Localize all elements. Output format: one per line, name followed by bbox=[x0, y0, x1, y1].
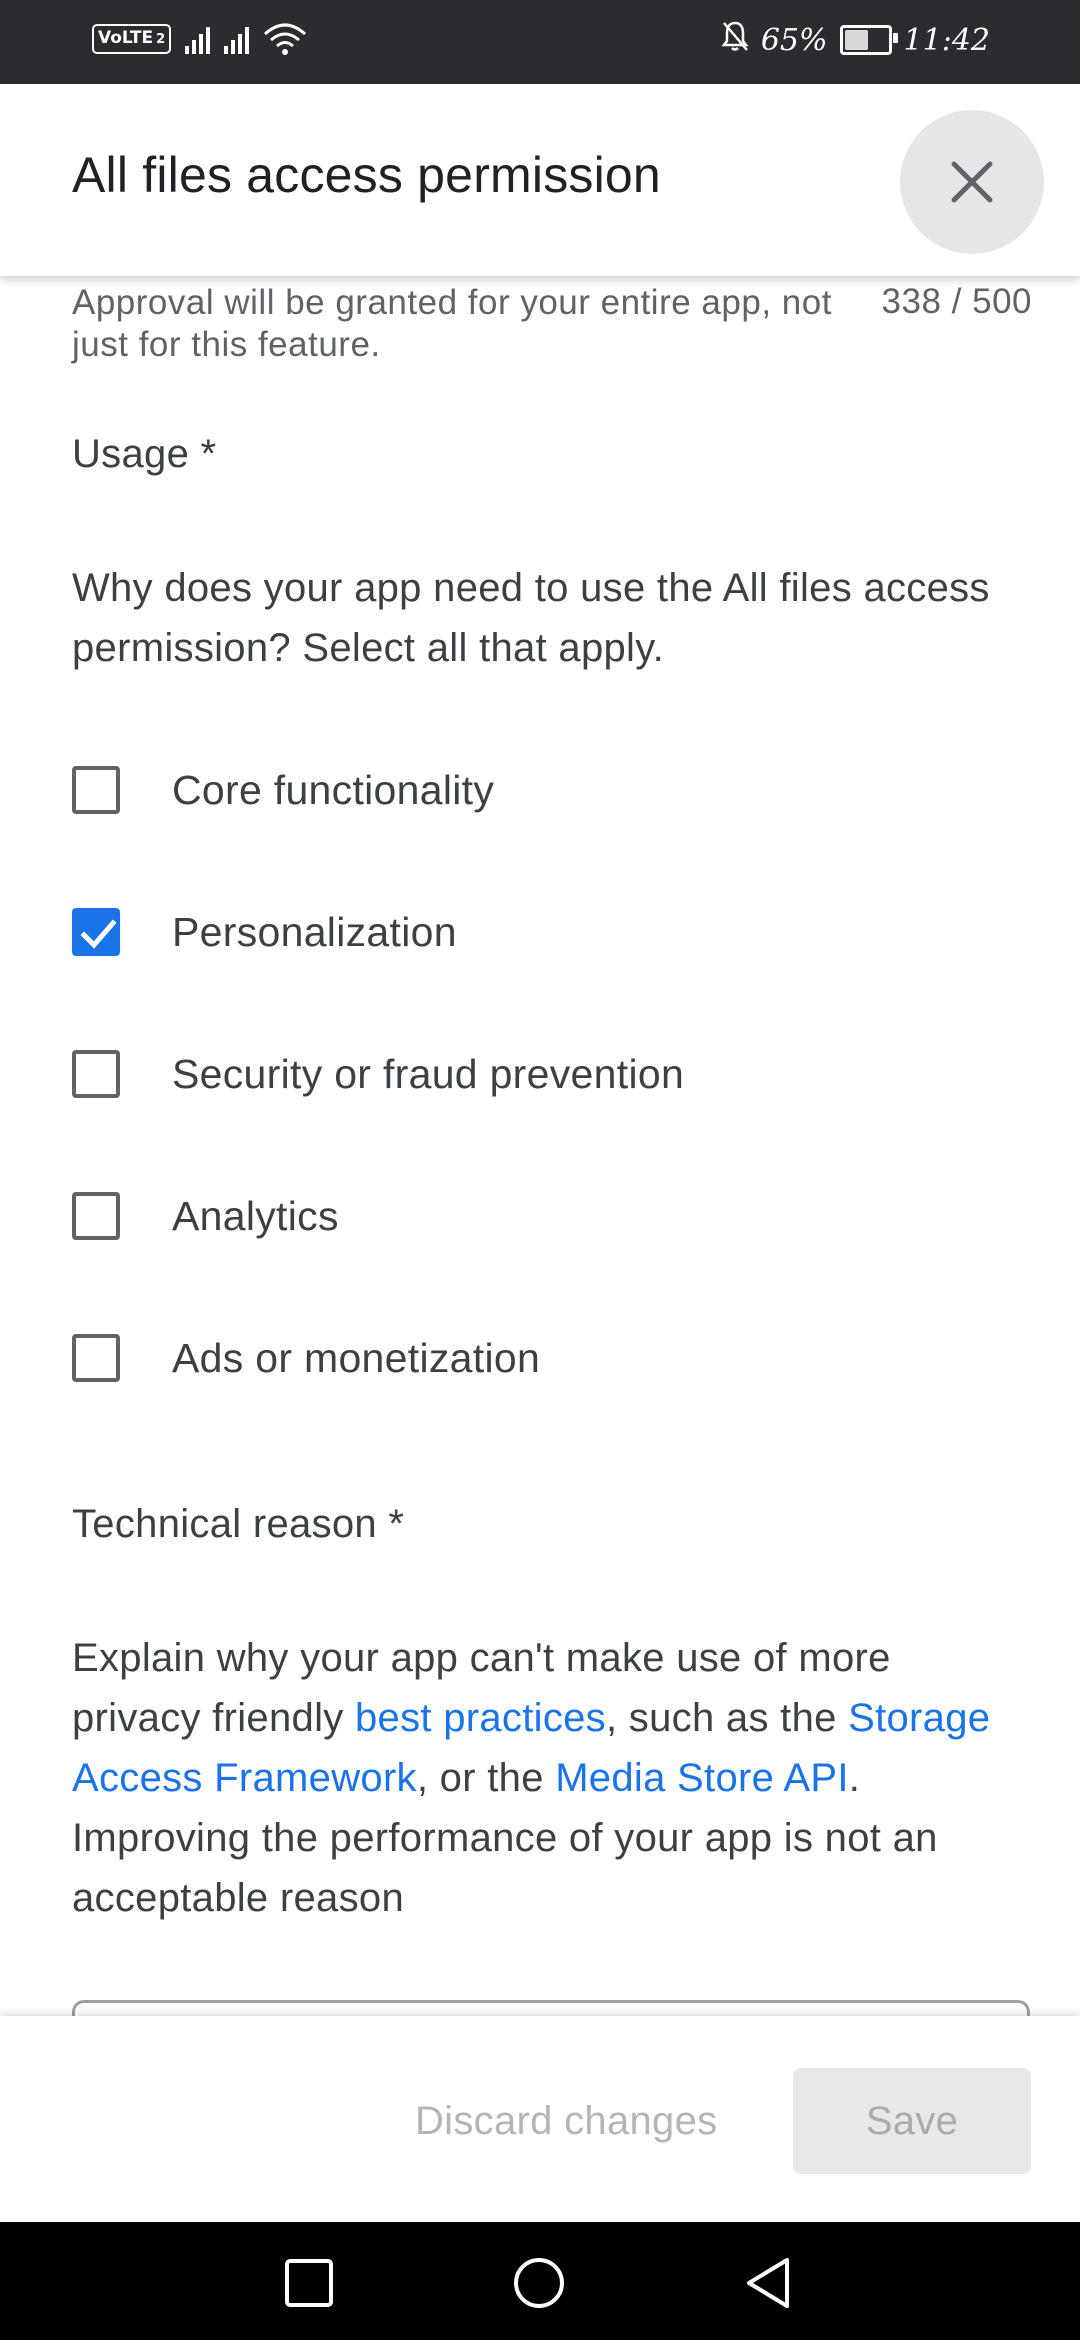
option-label: Ads or monetization bbox=[172, 1334, 541, 1381]
option-core-functionality[interactable]: Core functionality bbox=[72, 760, 494, 820]
dialog-content[interactable]: Approval will be granted for your entire… bbox=[0, 276, 1080, 2016]
desc-text: , such as the bbox=[605, 1696, 849, 1740]
dialog-header: All files access permission bbox=[0, 84, 1080, 276]
back-icon[interactable] bbox=[742, 2256, 796, 2310]
option-personalization[interactable]: Personalization bbox=[72, 902, 457, 962]
checkbox[interactable] bbox=[72, 1192, 120, 1240]
desc-text: , or the bbox=[416, 1756, 556, 1800]
battery-percent: 65% bbox=[760, 22, 828, 58]
battery-icon bbox=[839, 25, 898, 55]
save-button[interactable]: Save bbox=[793, 2068, 1031, 2174]
technical-reason-label: Technical reason * bbox=[72, 1502, 405, 1546]
option-label: Security or fraud prevention bbox=[172, 1050, 685, 1097]
option-label: Core functionality bbox=[172, 766, 495, 813]
media-store-api-link[interactable]: Media Store API bbox=[555, 1756, 849, 1800]
technical-reason-textarea[interactable] bbox=[72, 2000, 1030, 2016]
best-practices-link[interactable]: best practices bbox=[355, 1696, 606, 1740]
status-right: 65% 11:42 bbox=[721, 20, 990, 60]
discard-changes-button[interactable]: Discard changes bbox=[415, 2068, 717, 2174]
usage-label: Usage * bbox=[72, 432, 217, 476]
checkmark-icon bbox=[80, 919, 117, 949]
volte-icon: VoLTE 2 bbox=[92, 24, 172, 54]
status-left: VoLTE 2 bbox=[92, 22, 307, 56]
checkbox-checked[interactable] bbox=[72, 908, 120, 956]
checkbox[interactable] bbox=[72, 1334, 120, 1382]
close-icon bbox=[951, 161, 993, 203]
clock: 11:42 bbox=[903, 22, 990, 58]
option-security-fraud[interactable]: Security or fraud prevention bbox=[72, 1044, 684, 1104]
sim-number: 2 bbox=[156, 32, 166, 47]
character-counter: 338 / 500 bbox=[881, 282, 1032, 321]
option-label: Analytics bbox=[172, 1192, 339, 1239]
mute-bell-icon bbox=[721, 20, 749, 60]
technical-reason-description: Explain why your app can't make use of m… bbox=[72, 1628, 1022, 1928]
helper-text: Approval will be granted for your entire… bbox=[72, 283, 832, 364]
recents-icon[interactable] bbox=[282, 2256, 336, 2310]
usage-question: Why does your app need to use the All fi… bbox=[72, 566, 990, 670]
checkbox[interactable] bbox=[72, 1050, 120, 1098]
signal-icon bbox=[185, 24, 211, 54]
dialog-footer: Discard changes Save bbox=[0, 2016, 1080, 2222]
signal-icon-2 bbox=[224, 24, 250, 54]
option-analytics[interactable]: Analytics bbox=[72, 1186, 339, 1246]
home-icon[interactable] bbox=[512, 2256, 566, 2310]
volte-text: VoLTE bbox=[98, 28, 154, 48]
option-label: Personalization bbox=[172, 908, 457, 955]
wifi-icon bbox=[263, 22, 307, 56]
checkbox[interactable] bbox=[72, 766, 120, 814]
status-bar: VoLTE 2 65% 11:42 bbox=[0, 0, 1080, 84]
dialog-title: All files access permission bbox=[72, 147, 661, 203]
option-ads-monetization[interactable]: Ads or monetization bbox=[72, 1328, 540, 1388]
battery-fill bbox=[844, 30, 868, 50]
close-button[interactable] bbox=[900, 110, 1044, 254]
navigation-bar bbox=[0, 2222, 1080, 2340]
